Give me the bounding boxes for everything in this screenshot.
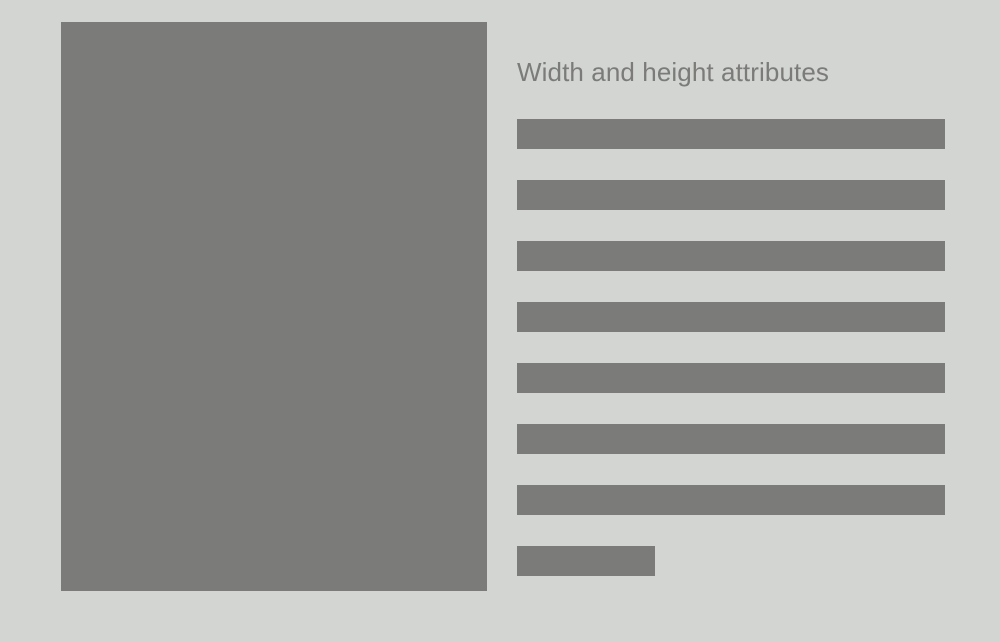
text-lines-group [517, 119, 945, 579]
text-placeholder-line [517, 241, 945, 271]
image-placeholder [61, 22, 487, 591]
layout-canvas: Width and height attributes [0, 0, 1000, 642]
text-placeholder-line [517, 485, 945, 515]
text-placeholder-line [517, 546, 655, 576]
heading: Width and height attributes [517, 57, 829, 87]
text-placeholder-line [517, 119, 945, 149]
text-placeholder-line [517, 424, 945, 454]
text-placeholder-line [517, 180, 945, 210]
text-placeholder-line [517, 302, 945, 332]
text-placeholder-line [517, 363, 945, 393]
